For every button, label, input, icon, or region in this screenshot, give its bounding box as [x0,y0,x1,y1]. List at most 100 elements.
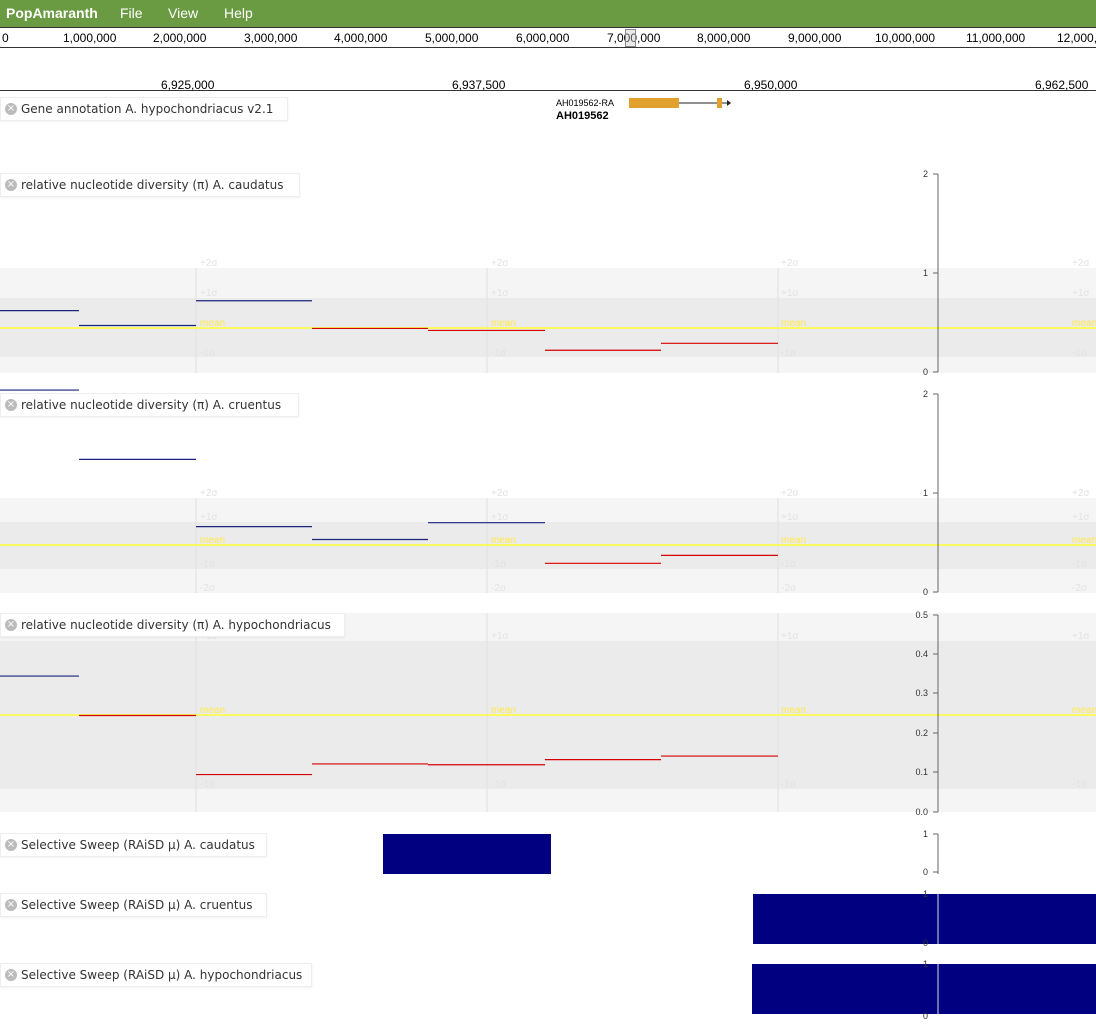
sigma-label: +1σ [1072,512,1090,523]
y-tick-label: 2 [923,389,928,399]
sigma-label: -2σ [200,583,216,594]
close-icon[interactable]: × [5,969,17,981]
y-tick-label: 1 [923,889,928,899]
track-title: Selective Sweep (RAiSD μ) A. cruentus [21,898,253,912]
pi-cruentus-plot[interactable]: +2σ +1σ mean -1σ -2σ +2σ +1σ mean -1σ -2σ +2σ +1σ me… [0,389,1096,601]
sigma-label: +1σ [200,512,218,523]
close-icon[interactable]: × [5,103,17,115]
mean-label: mean [200,705,225,716]
sigma-label: +1σ [781,512,799,523]
sigma-label: +1σ [1072,288,1090,299]
y-tick-label: 0 [923,938,928,948]
detail-tick: 6,925,000 [161,78,215,92]
mean-label: mean [1072,318,1096,329]
sweep-region [383,834,551,874]
overview-ruler[interactable]: 0 1,000,000 2,000,000 3,000,000 4,000,00… [0,27,1096,48]
sigma-label: -1σ [781,779,797,790]
gene-exon [629,98,679,108]
overview-tick: 12,000, [1057,31,1096,45]
sigma-label: +1σ [491,512,509,523]
y-tick-label: 0.5 [915,610,928,620]
overview-tick: 10,000,000 [875,31,936,45]
sigma-label: +2σ [781,488,799,499]
close-icon[interactable]: × [5,839,17,851]
sigma-label: +1σ [781,631,799,642]
y-tick-label: 0.3 [915,688,928,698]
sigma-label: +1σ [781,288,799,299]
y-tick-label: 1 [923,959,928,969]
y-tick-label: 1 [923,488,928,498]
sigma-label: +2σ [781,258,799,269]
sigma-label: -2σ [781,583,797,594]
sigma-label: +2σ [1072,488,1090,499]
mean-label: mean [1072,535,1096,546]
track-title: relative nucleotide diversity (π) A. cau… [21,178,284,192]
overview-tick: 5,000,000 [425,31,479,45]
sigma-label: -2σ [1072,583,1088,594]
sigma-label: -1σ [781,559,797,570]
y-tick-label: 0 [923,587,928,597]
detail-tick: 6,937,500 [452,78,506,92]
overview-selection-brush[interactable] [625,29,636,47]
sigma-label: +1σ [200,288,218,299]
sigma-label: -1σ [491,779,507,790]
sigma-label: -1σ [1072,348,1088,359]
track-title: Selective Sweep (RAiSD μ) A. hypochondri… [21,968,303,982]
sigma-label: +2σ [1072,258,1090,269]
track-label-pi-caudatus[interactable]: × relative nucleotide diversity (π) A. c… [0,173,300,197]
mean-label: mean [1072,705,1096,716]
track-label-sweep-cruentus[interactable]: × Selective Sweep (RAiSD μ) A. cruentus [0,893,267,917]
sweep-region [752,964,1096,1014]
sigma-label: +2σ [200,258,218,269]
close-icon[interactable]: × [5,179,17,191]
mean-label: mean [491,705,516,716]
track-label-gene[interactable]: × Gene annotation A. hypochondriacus v2.… [0,97,288,121]
y-tick-label: 1 [923,268,928,278]
sigma-label: -1σ [200,779,216,790]
y-tick-label: 0 [923,367,928,377]
y-tick-label: 1 [923,829,928,839]
menu-file[interactable]: File [120,5,143,21]
track-label-sweep-hypochondriacus[interactable]: × Selective Sweep (RAiSD μ) A. hypochond… [0,963,312,987]
detail-tick: 6,962,500 [1035,78,1089,92]
sigma-label: -1σ [200,559,216,570]
sigma-label: -1σ [491,559,507,570]
y-tick-label: 0 [923,1011,928,1021]
detail-axis: 6,925,000 6,937,500 6,950,000 6,962,500 [0,76,1096,92]
sigma-label: +2σ [491,488,509,499]
close-icon[interactable]: × [5,619,17,631]
track-label-pi-hypochondriacus[interactable]: × relative nucleotide diversity (π) A. h… [0,613,345,637]
y-tick-label: 0.2 [915,728,928,738]
y-tick-label: 0.1 [915,767,928,777]
y-tick-label: 0 [923,867,928,877]
y-tick-label: 0.0 [915,807,928,817]
sigma-label: -1σ [781,348,797,359]
pi-hypochondriacus-plot[interactable]: +1σmean-1σ+1σmean-1σ+1σmean-1σ+1σmean-1σ… [0,609,1096,821]
mean-label: mean [781,705,806,716]
sigma-label: -2σ [491,583,507,594]
pi-caudatus-plot[interactable]: +2σ +1σ mean -1σ +2σ +1σ mean -1σ +2σ +1σ mean -1σ +… [0,169,1096,381]
track-title: Gene annotation A. hypochondriacus v2.1 [21,102,274,116]
sigma-label: -1σ [491,348,507,359]
mean-label: mean [491,535,516,546]
overview-tick: 2,000,000 [153,31,207,45]
strand-arrow-icon [727,100,731,106]
mean-label: mean [200,318,225,329]
track-title: Selective Sweep (RAiSD μ) A. caudatus [21,838,255,852]
sweep-region [753,894,1096,944]
sigma-label: +1σ [491,288,509,299]
y-tick-label: 0.4 [915,649,928,659]
sigma-label: -1σ [1072,779,1088,790]
overview-tick: 11,000,000 [966,31,1026,45]
track-label-sweep-caudatus[interactable]: × Selective Sweep (RAiSD μ) A. caudatus [0,833,267,857]
close-icon[interactable]: × [5,899,17,911]
menu-help[interactable]: Help [224,5,253,21]
menubar: PopAmaranth File View Help [0,0,1096,27]
mean-label: mean [781,535,806,546]
menu-view[interactable]: View [168,5,198,21]
track-title: relative nucleotide diversity (π) A. hyp… [21,618,331,632]
close-icon[interactable]: × [5,399,17,411]
track-label-pi-cruentus[interactable]: × relative nucleotide diversity (π) A. c… [0,393,299,417]
overview-tick: 4,000,000 [334,31,388,45]
y-tick-label: 2 [923,169,928,179]
